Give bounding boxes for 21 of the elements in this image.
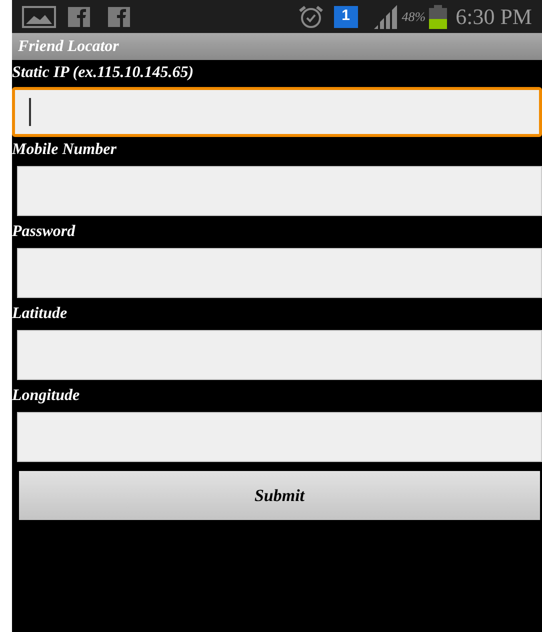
alarm-clock-icon (298, 4, 324, 28)
field-label: Password (12, 222, 76, 242)
field-label: Latitude (12, 304, 68, 324)
input-field[interactable] (17, 412, 542, 462)
input-field[interactable] (12, 87, 542, 137)
input-field[interactable] (17, 166, 542, 216)
input-field[interactable] (17, 330, 542, 380)
field-label: Longitude (12, 386, 81, 406)
facebook-icon (108, 6, 130, 26)
app-title: Friend Locator (18, 36, 119, 56)
field-label: Static IP (ex.115.10.145.65) (12, 63, 195, 83)
facebook-icon (68, 6, 90, 26)
clock-time: 6:30 PM (456, 3, 532, 31)
field-label: Mobile Number (12, 140, 118, 160)
picture-icon (22, 6, 56, 28)
battery-icon (428, 4, 448, 28)
signal-icon (372, 4, 400, 28)
input-field[interactable] (17, 248, 542, 298)
notification-badge: 1 (334, 6, 358, 28)
battery-percent: 48% (402, 8, 426, 26)
submit-button[interactable]: Submit (19, 471, 540, 520)
